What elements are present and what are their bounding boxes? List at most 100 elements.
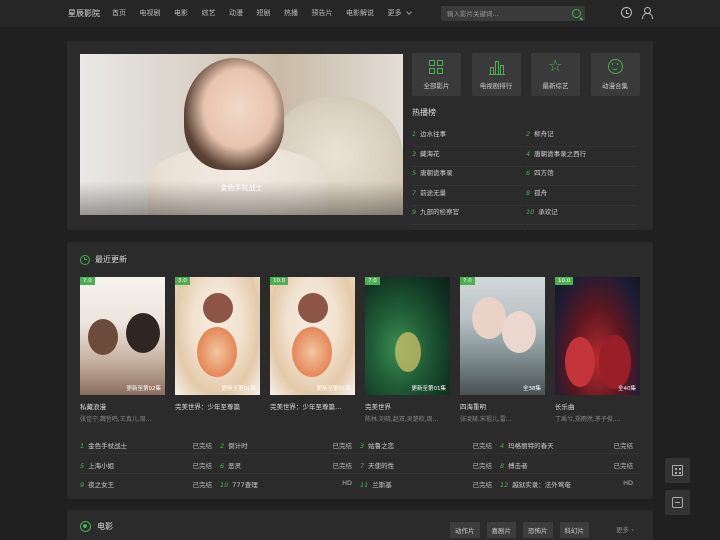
- tag-horror[interactable]: 恐怖片: [523, 522, 553, 538]
- quick-link-anime[interactable]: 动漫合集: [590, 53, 640, 96]
- grid-icon: [672, 465, 683, 476]
- list-item[interactable]: 2 倒计时: [220, 440, 248, 450]
- poster-title: 完美世界：少年至尊篇…: [270, 403, 342, 411]
- poster-art: [565, 337, 595, 387]
- search-icon[interactable]: [572, 9, 581, 18]
- poster-title: 四海重明: [460, 403, 486, 411]
- quick-link-variety[interactable]: ☆ 最新综艺: [531, 53, 580, 96]
- user-icon[interactable]: [641, 7, 653, 19]
- nav-item-short[interactable]: 短剧: [257, 8, 271, 18]
- hot-item-title: 柳舟记: [534, 130, 554, 138]
- chat-icon: [672, 497, 683, 508]
- hot-item-title: 藏海花: [420, 149, 440, 158]
- nav-item-movie[interactable]: 电影: [174, 8, 188, 18]
- poster-image: 3.0 更新至第01集: [175, 277, 260, 395]
- rank-number: 8: [526, 188, 531, 197]
- list-row: 9 夜之女王 已完结 10 777查理 HD 11 兰斯基 已完结 12 越狱实录：法外…: [80, 474, 640, 493]
- hot-list-item[interactable]: 1 边水往事: [412, 128, 524, 147]
- list-item[interactable]: 3 姑鲁之恋: [360, 440, 394, 450]
- poster-card[interactable]: 7.0 全38集 四海重明 张凌赫,宋祖儿,雷…: [460, 277, 545, 423]
- status-text: 已完结: [472, 461, 493, 470]
- search-input[interactable]: [447, 9, 565, 18]
- poster-art: [502, 311, 536, 353]
- quick-link-all-films[interactable]: 全部影片: [412, 53, 461, 96]
- nav-more-dropdown[interactable]: 更多: [387, 8, 412, 18]
- poster-actors: 陈林,刘晓,赵双,吴楚皎,周…: [365, 416, 439, 423]
- poster-card[interactable]: 10.0 更新至第01集 完美世界：少年至尊篇…: [270, 277, 355, 414]
- rank-number: 7: [412, 188, 417, 197]
- episode-note: 全40集: [618, 386, 636, 392]
- hot-item-title: 唐朝诡事录: [420, 169, 453, 177]
- rank-number: 9: [412, 208, 417, 216]
- tag-scifi[interactable]: 科幻片: [559, 522, 589, 538]
- rank-number: 3: [412, 149, 417, 158]
- list-item[interactable]: 4 玛格丽特的春天: [500, 440, 554, 450]
- list-item[interactable]: 7 天使的性: [360, 460, 394, 470]
- quick-link-label: 全部影片: [423, 82, 450, 90]
- status-text: 已完结: [613, 461, 634, 470]
- floating-grid-button[interactable]: [665, 458, 690, 483]
- list-row: 1 金色手杖战士 已完结 2 倒计时 已完结 3 姑鲁之恋 已完结 4 玛格丽特的春天 …: [80, 435, 640, 454]
- recent-header: 最近更新: [80, 254, 127, 265]
- quick-link-tv-ranking[interactable]: 电视剧排行: [471, 53, 521, 96]
- list-item[interactable]: 10 777查理: [220, 479, 258, 489]
- list-item[interactable]: 5 上海小姐: [80, 460, 114, 470]
- chevron-right-icon: ›: [631, 526, 634, 534]
- poster-art: [472, 297, 506, 339]
- tag-action[interactable]: 动作片: [450, 522, 480, 538]
- status-text: 已完结: [472, 442, 493, 450]
- poster-image: 10.0 全40集: [555, 277, 640, 395]
- hot-list-item[interactable]: 4 唐朝诡事录之西行: [526, 148, 638, 167]
- site-logo[interactable]: 星辰影院: [68, 8, 100, 19]
- poster-art: [88, 319, 118, 355]
- nav-item-anime[interactable]: 动漫: [229, 8, 243, 18]
- list-item[interactable]: 6 恶灵: [220, 460, 241, 470]
- hot-list-item[interactable]: 5 唐朝诡事录: [412, 167, 524, 186]
- grid-icon: [429, 60, 444, 75]
- movies-header: 电影: [80, 521, 113, 532]
- list-item[interactable]: 11 兰斯基: [360, 479, 392, 489]
- main-nav: 首页 电视剧 电影 综艺 动漫 短剧 热播 预告片 电影解说 更多: [112, 8, 424, 18]
- poster-title: 长乐曲: [555, 403, 575, 411]
- star-icon: ☆: [548, 56, 563, 75]
- hot-item-title: 孤舟: [534, 188, 548, 197]
- list-item[interactable]: 8 搏击者: [500, 460, 528, 470]
- hot-list-item[interactable]: 3 藏海花: [412, 148, 524, 167]
- list-item[interactable]: 1 金色手杖战士: [80, 440, 127, 450]
- hot-list-item[interactable]: 2 柳舟记: [526, 128, 638, 147]
- banner-figure-head: [184, 58, 284, 170]
- list-item[interactable]: 12 越狱实录：法外莺奄: [500, 479, 571, 489]
- nav-item-home[interactable]: 首页: [112, 8, 126, 18]
- nav-item-commentary[interactable]: 电影解说: [346, 8, 374, 18]
- nav-item-tv[interactable]: 电视剧: [140, 8, 161, 18]
- floating-feedback-button[interactable]: [665, 490, 690, 515]
- nav-item-variety[interactable]: 综艺: [202, 8, 216, 18]
- hot-item-title: 前途无量: [420, 188, 447, 197]
- nav-item-hot[interactable]: 热播: [284, 8, 298, 18]
- hot-list-item[interactable]: 6 四方馆: [526, 167, 638, 186]
- more-link[interactable]: 更多 ›: [616, 524, 634, 534]
- episode-note: 更新至第01集: [411, 386, 447, 392]
- hot-list-item[interactable]: 7 前途无量: [412, 187, 524, 206]
- hot-list-item[interactable]: 8 孤舟: [526, 187, 638, 206]
- poster-image: 7.0 全38集: [460, 277, 545, 395]
- list-item[interactable]: 9 夜之女王: [80, 479, 114, 489]
- poster-card[interactable]: 10.0 全40集 长乐曲 丁禹兮,郑雨然,茅子俊,…: [555, 277, 640, 423]
- banner-caption: 金色手杖战士: [220, 184, 263, 192]
- poster-card[interactable]: 7.0 更新至第01集 完美世界 陈林,刘晓,赵双,吴楚皎,周…: [365, 277, 450, 423]
- hot-list-title: 热播榜: [412, 108, 436, 117]
- featured-banner[interactable]: 金色手杖战士: [80, 54, 403, 215]
- tag-comedy[interactable]: 喜剧片: [486, 522, 516, 538]
- poster-title: 完美世界: [365, 403, 391, 411]
- score-badge: 7.0: [460, 277, 475, 285]
- list-row: 5 上海小姐 已完结 6 恶灵 已完结 7 天使的性 已完结 8 搏击者 已完结: [80, 455, 640, 474]
- hot-list-item[interactable]: 10 承欢记: [526, 206, 638, 225]
- nav-item-trailer[interactable]: 预告片: [312, 8, 333, 18]
- history-clock-icon[interactable]: [621, 7, 632, 18]
- hot-item-title: 九部的检察官: [420, 208, 460, 216]
- poster-card[interactable]: 3.0 更新至第01集 完美世界：少年至尊篇: [175, 277, 260, 414]
- poster-image: 10.0 更新至第01集: [270, 277, 355, 395]
- hot-list-item[interactable]: 9 九部的检察官: [412, 206, 524, 225]
- poster-card[interactable]: 7.0 更新至第02集 私藏浪漫 张佳宁,魏哲鸣,王真儿,周…: [80, 277, 165, 423]
- nav-more-label: 更多: [387, 9, 402, 17]
